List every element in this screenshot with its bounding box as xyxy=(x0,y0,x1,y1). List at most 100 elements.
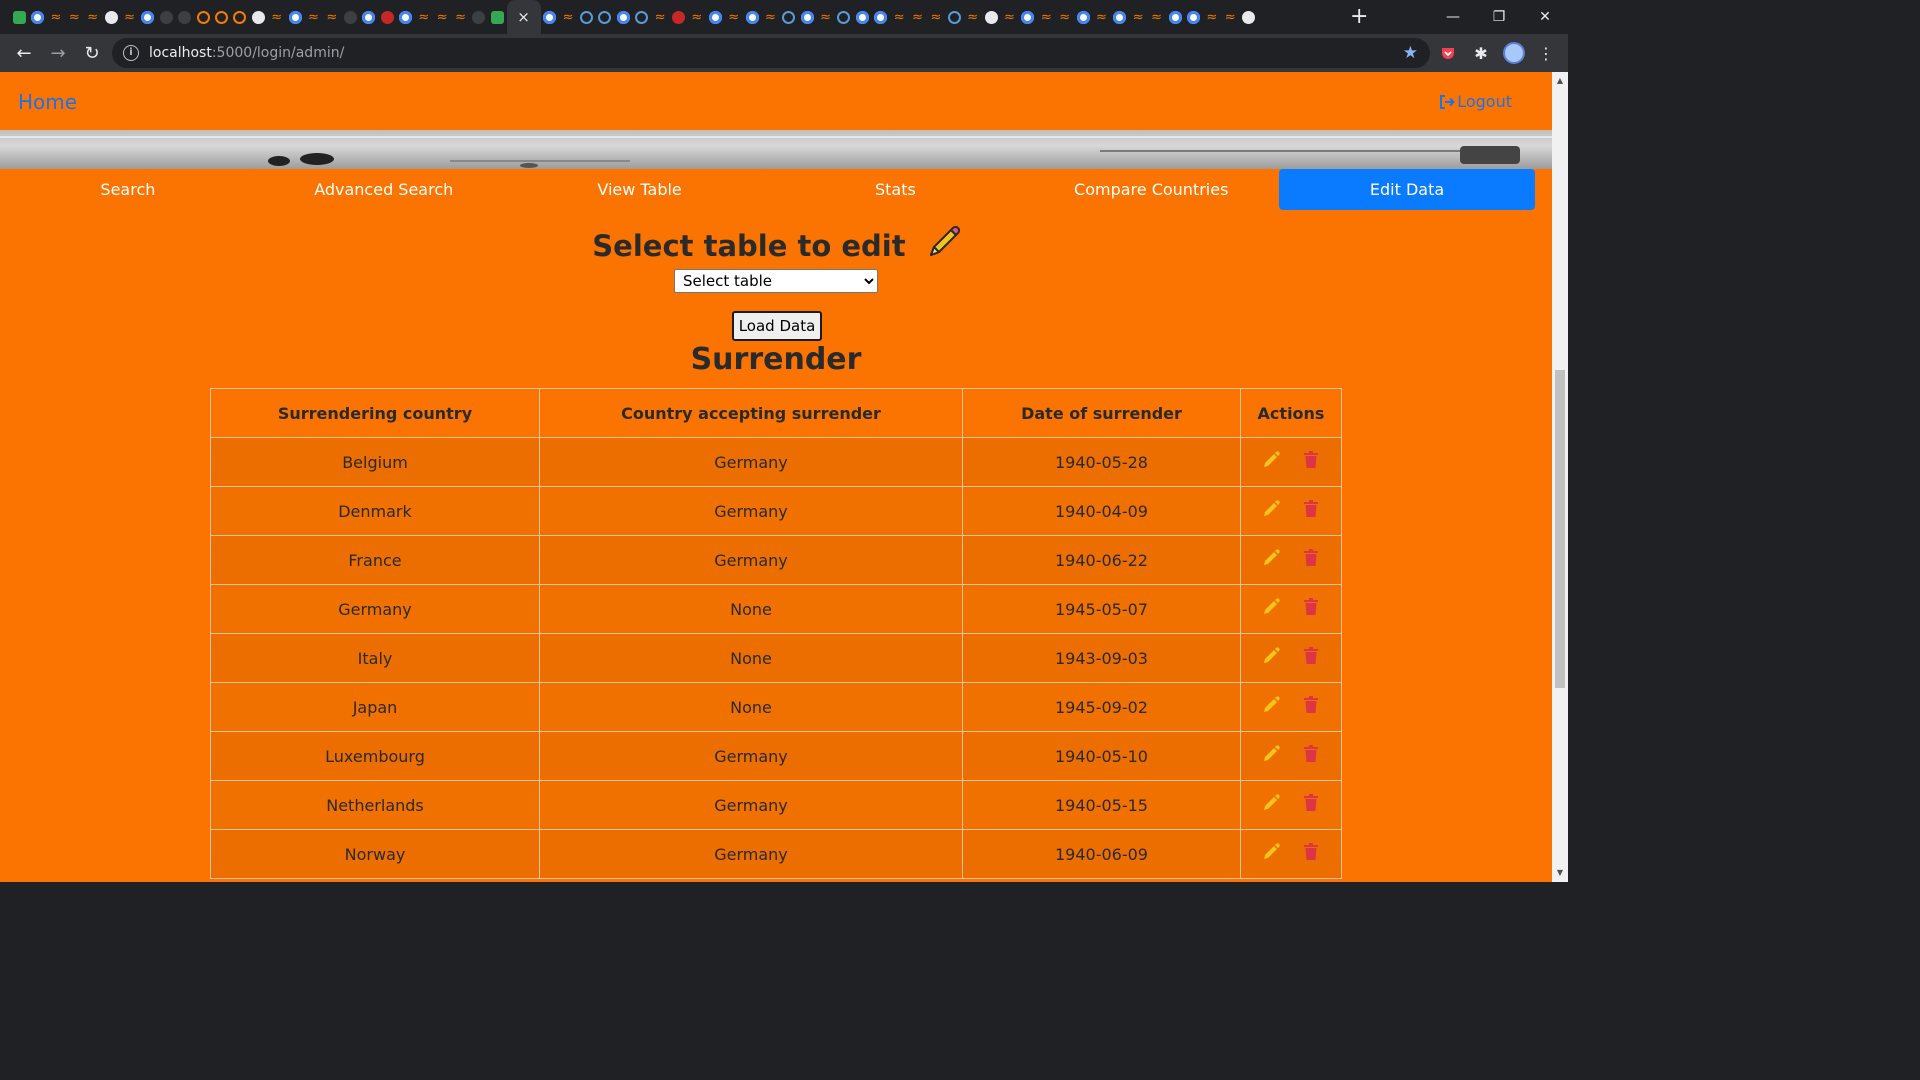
tab-favicon[interactable] xyxy=(724,9,742,25)
menu-item-compare-countries[interactable]: Compare Countries xyxy=(1023,169,1279,210)
tab-favicon[interactable] xyxy=(396,9,414,25)
tab-favicon[interactable] xyxy=(577,9,595,25)
delete-trash-icon[interactable] xyxy=(1301,794,1321,814)
tab-favicon[interactable] xyxy=(433,9,451,25)
tab-favicon[interactable] xyxy=(65,9,83,25)
menu-item-edit-data[interactable]: Edit Data xyxy=(1279,169,1535,210)
tab-favicon[interactable] xyxy=(451,9,469,25)
tab-favicon[interactable] xyxy=(10,9,28,25)
restore-icon[interactable]: ❐ xyxy=(1476,0,1522,34)
extensions-puzzle-icon[interactable]: ✱ xyxy=(1467,39,1495,67)
tab-favicon[interactable] xyxy=(47,9,65,25)
menu-item-advanced-search[interactable]: Advanced Search xyxy=(256,169,512,210)
tab-favicon[interactable] xyxy=(890,9,908,25)
tab-favicon[interactable] xyxy=(651,9,669,25)
tab-favicon[interactable] xyxy=(798,9,816,25)
tab-favicon[interactable] xyxy=(139,9,157,25)
tab-favicon[interactable] xyxy=(102,9,120,25)
edit-pencil-icon[interactable] xyxy=(1261,843,1281,863)
tab-favicon[interactable] xyxy=(212,9,230,25)
menu-item-view-table[interactable]: View Table xyxy=(512,169,768,210)
tab-favicon[interactable] xyxy=(780,9,798,25)
scrollbar-thumb[interactable] xyxy=(1555,370,1565,688)
table-select[interactable]: Select table xyxy=(674,269,878,293)
bookmark-star-icon[interactable]: ★ xyxy=(1403,43,1418,63)
tab-favicon[interactable] xyxy=(1019,9,1037,25)
tab-favicon[interactable] xyxy=(194,9,212,25)
tab-favicon[interactable] xyxy=(559,9,577,25)
tab-favicon[interactable] xyxy=(378,9,396,25)
tab-favicon[interactable] xyxy=(688,9,706,25)
tab-favicon[interactable] xyxy=(872,9,890,25)
edit-pencil-icon[interactable] xyxy=(1261,500,1281,520)
tab-favicon[interactable] xyxy=(488,9,506,25)
tab-favicon[interactable] xyxy=(1166,9,1184,25)
tab-favicon[interactable] xyxy=(669,9,687,25)
delete-trash-icon[interactable] xyxy=(1301,500,1321,520)
page-scrollbar[interactable]: ▲ ▼ xyxy=(1552,72,1568,882)
scroll-up-icon[interactable]: ▲ xyxy=(1552,74,1568,88)
tab-favicon[interactable] xyxy=(1184,9,1202,25)
pocket-extension-icon[interactable] xyxy=(1434,39,1462,67)
tab-favicon[interactable] xyxy=(1000,9,1018,25)
tab-favicon[interactable] xyxy=(249,9,267,25)
forward-icon[interactable]: → xyxy=(42,37,74,69)
tab-favicon[interactable] xyxy=(1111,9,1129,25)
tab-favicon[interactable] xyxy=(982,9,1000,25)
tab-favicon[interactable] xyxy=(614,9,632,25)
tab-favicon[interactable] xyxy=(1203,9,1221,25)
tab-favicon[interactable] xyxy=(1055,9,1073,25)
tab-favicon[interactable] xyxy=(964,9,982,25)
tab-favicon[interactable] xyxy=(816,9,834,25)
tab-favicon[interactable] xyxy=(633,9,651,25)
tab-favicon[interactable] xyxy=(341,9,359,25)
tab-favicon[interactable] xyxy=(157,9,175,25)
tab-favicon[interactable] xyxy=(359,9,377,25)
site-info-icon[interactable]: i xyxy=(123,45,139,61)
edit-pencil-icon[interactable] xyxy=(1261,549,1281,569)
tab-favicon[interactable] xyxy=(1074,9,1092,25)
tab-favicon[interactable] xyxy=(706,9,724,25)
tab-favicon[interactable] xyxy=(84,9,102,25)
edit-pencil-icon[interactable] xyxy=(1261,794,1281,814)
delete-trash-icon[interactable] xyxy=(1301,647,1321,667)
browser-menu-icon[interactable]: ⋮ xyxy=(1532,39,1560,67)
edit-pencil-icon[interactable] xyxy=(1261,745,1281,765)
address-url[interactable]: localhost:5000/login/admin/ xyxy=(149,45,344,61)
edit-pencil-icon[interactable] xyxy=(1261,696,1281,716)
delete-trash-icon[interactable] xyxy=(1301,549,1321,569)
tab-favicon[interactable] xyxy=(1221,9,1239,25)
tab-favicon[interactable] xyxy=(1147,9,1165,25)
tab-favicon[interactable] xyxy=(853,9,871,25)
address-bar[interactable]: i localhost:5000/login/admin/ ★ xyxy=(112,38,1430,68)
tab-favicon[interactable] xyxy=(267,9,285,25)
tab-favicon[interactable] xyxy=(304,9,322,25)
menu-item-search[interactable]: Search xyxy=(0,169,256,210)
tab-favicon[interactable] xyxy=(541,9,559,25)
tab-favicon[interactable] xyxy=(1239,9,1257,25)
tab-favicon[interactable] xyxy=(176,9,194,25)
tab-favicon[interactable] xyxy=(120,9,138,25)
profile-avatar[interactable] xyxy=(1500,39,1528,67)
tab-favicon[interactable] xyxy=(470,9,488,25)
delete-trash-icon[interactable] xyxy=(1301,745,1321,765)
tab-favicon[interactable] xyxy=(1037,9,1055,25)
logout-link[interactable]: Logout xyxy=(1439,92,1512,111)
tab-favicon[interactable] xyxy=(927,9,945,25)
tab-favicon[interactable] xyxy=(323,9,341,25)
home-link[interactable]: Home xyxy=(18,90,77,114)
tab-favicon[interactable] xyxy=(596,9,614,25)
new-tab-button[interactable]: + xyxy=(1350,6,1368,28)
tab-favicon[interactable] xyxy=(761,9,779,25)
minimize-icon[interactable]: — xyxy=(1430,0,1476,34)
tab-favicon[interactable] xyxy=(908,9,926,25)
load-data-button[interactable]: Load Data xyxy=(732,311,822,341)
delete-trash-icon[interactable] xyxy=(1301,598,1321,618)
tab-favicon[interactable] xyxy=(743,9,761,25)
back-icon[interactable]: ← xyxy=(8,37,40,69)
delete-trash-icon[interactable] xyxy=(1301,843,1321,863)
tab-favicon[interactable] xyxy=(28,9,46,25)
delete-trash-icon[interactable] xyxy=(1301,696,1321,716)
tab-favicon[interactable] xyxy=(945,9,963,25)
tab-favicon[interactable] xyxy=(415,9,433,25)
